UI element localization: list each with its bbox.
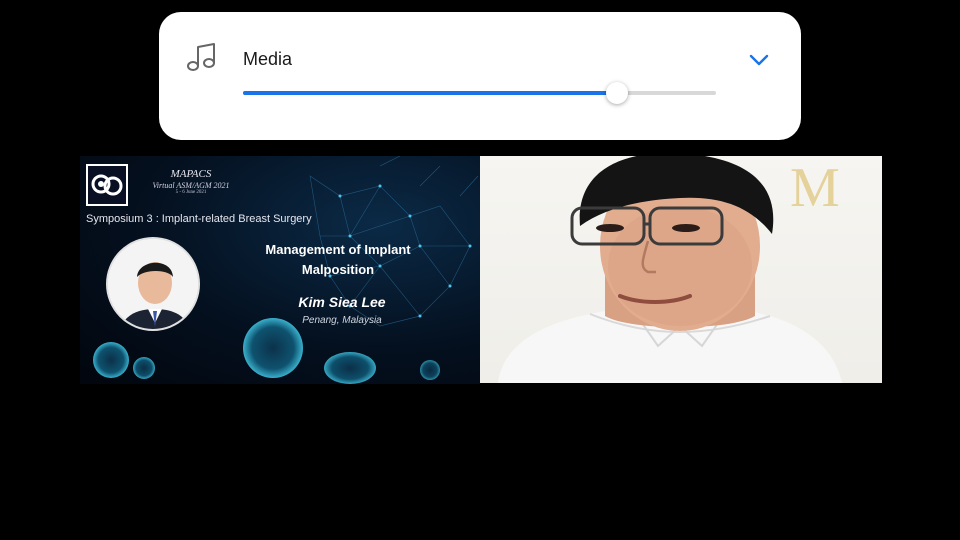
speaker-location: Penang, Malaysia (302, 315, 382, 326)
talk-title-line2: Malposition (301, 262, 375, 277)
media-volume-panel: Media (159, 12, 801, 140)
speaker-photo (106, 237, 200, 331)
conference-title: MAPACS (170, 168, 212, 180)
talk-title-line1: Management of Implant (265, 242, 411, 257)
symposium-title: Symposium 3 : Implant-related Breast Sur… (86, 213, 312, 225)
media-volume-thumb[interactable] (605, 82, 628, 104)
music-note-icon (187, 43, 215, 71)
speaker-name: Kim Siea Lee (298, 294, 386, 310)
talk-title: Management of Implant Malposition (238, 240, 438, 280)
media-volume-slider[interactable] (243, 82, 716, 104)
media-volume-fill (243, 91, 617, 95)
speaker-video-feed: M (480, 156, 882, 383)
speaker-video-person (498, 156, 842, 383)
conference-dates: 5 - 6 June 2021 (175, 190, 207, 195)
presentation-slide: MAPACS Virtual ASM/AGM 2021 5 - 6 June 2… (80, 156, 480, 384)
media-label: Media (243, 49, 293, 69)
conference-subtitle: Virtual ASM/AGM 2021 (152, 181, 230, 190)
chevron-down-icon[interactable] (747, 48, 771, 72)
mapacs-logo (86, 164, 128, 206)
